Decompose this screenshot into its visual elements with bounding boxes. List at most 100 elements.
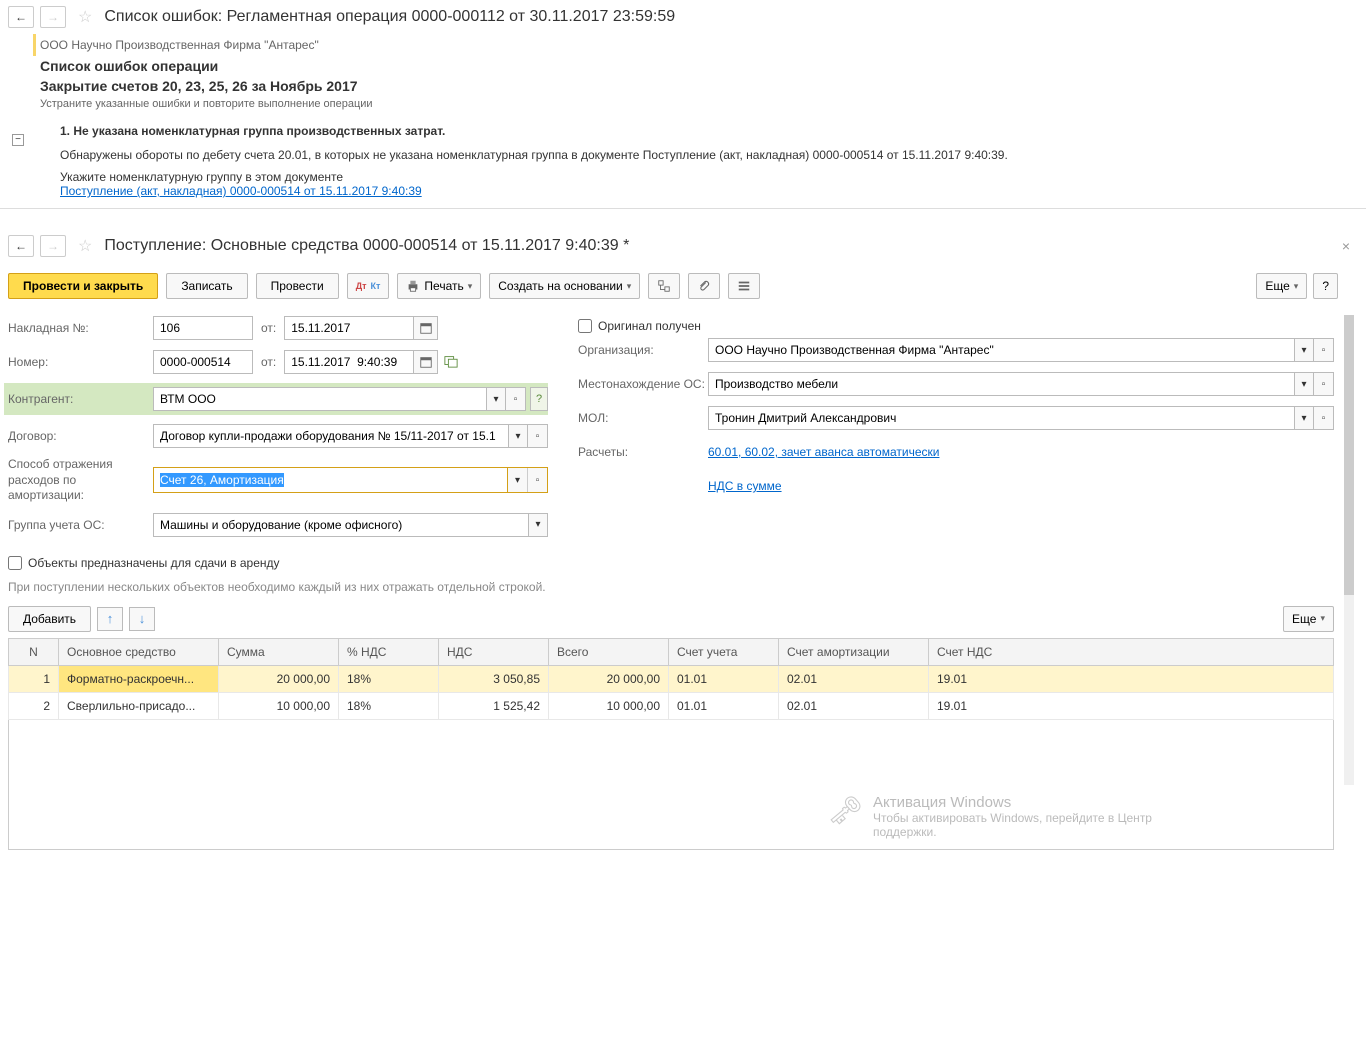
lease-checkbox-label: Объекты предназначены для сдачи в аренду [28,556,280,570]
original-received-checkbox[interactable] [578,319,592,333]
more-button[interactable]: Еще [1256,273,1307,299]
amort-dropdown-button[interactable]: ▾ [507,468,527,492]
add-row-button[interactable]: Добавить [8,606,91,632]
mol-open-button[interactable]: ▫ [1314,406,1334,430]
amort-method-input[interactable]: Счет 26, Амортизация [154,468,507,492]
more-label: Еще [1265,279,1289,293]
table-row[interactable]: 2Сверлильно-присадо...10 000,0018%1 525,… [9,692,1334,719]
error-item-action: Укажите номенклатурную группу в этом док… [60,170,1346,184]
col-sum[interactable]: Сумма [219,638,339,665]
calc-link[interactable]: 60.01, 60.02, зачет аванса автоматически [708,445,939,459]
doc-nav-forward-button[interactable]: → [40,235,66,257]
doc-top-bar: ← → ☆ Поступление: Основные средства 000… [8,229,1358,263]
org-input[interactable] [708,338,1294,362]
location-input[interactable] [708,372,1294,396]
help-button[interactable]: ? [1313,273,1338,299]
org-label: Организация: [578,343,708,357]
col-acc[interactable]: Счет учета [669,638,779,665]
number-date-picker-button[interactable] [414,350,438,374]
cell-amort-acc: 02.01 [779,692,929,719]
nav-back-button[interactable]: ← [8,6,34,28]
move-down-button[interactable]: ↓ [129,607,155,631]
org-open-button[interactable]: ▫ [1314,338,1334,362]
page-title: Список ошибок: Регламентная операция 000… [104,8,675,26]
col-vat-acc[interactable]: Счет НДС [929,638,1334,665]
table-row[interactable]: 1Форматно-раскроечн...20 000,0018%3 050,… [9,665,1334,692]
location-open-button[interactable]: ▫ [1314,372,1334,396]
structure-icon [657,279,671,293]
cell-acc: 01.01 [669,665,779,692]
table-toolbar: Добавить ↑ ↓ Еще [8,600,1334,638]
doc-nav-back-button[interactable]: ← [8,235,34,257]
error-item-heading: 1. Не указана номенклатурная группа прои… [60,122,1346,140]
col-n[interactable]: N [9,638,59,665]
create-based-on-button[interactable]: Создать на основании [489,273,640,299]
location-dropdown-button[interactable]: ▾ [1294,372,1314,396]
counterparty-input[interactable] [153,387,486,411]
nav-forward-button[interactable]: → [40,6,66,28]
os-group-dropdown-button[interactable]: ▾ [528,513,548,537]
cell-sum: 20 000,00 [219,665,339,692]
error-instruction: Устраните указанные ошибки и повторите в… [40,96,1346,122]
create-based-label: Создать на основании [498,279,623,293]
invoice-date-input[interactable] [284,316,414,340]
invoice-from-label: от: [261,321,276,335]
print-button[interactable]: Печать [397,273,481,299]
calendar-extra-icon[interactable] [444,354,458,371]
doc-toolbar: Провести и закрыть Записать Провести ДтК… [8,267,1358,305]
col-amort-acc[interactable]: Счет амортизации [779,638,929,665]
cell-vat: 1 525,42 [439,692,549,719]
org-name: ООО Научно Производственная Фирма "Антар… [33,34,1346,56]
vat-mode-link[interactable]: НДС в сумме [708,479,782,493]
col-vat-pct[interactable]: % НДС [339,638,439,665]
number-input[interactable] [153,350,253,374]
invoice-number-input[interactable] [153,316,253,340]
doc-favorite-icon[interactable]: ☆ [78,236,92,256]
counterparty-help-button[interactable]: ? [530,387,548,411]
multi-object-note: При поступлении нескольких объектов необ… [8,574,1334,600]
contract-dropdown-button[interactable]: ▾ [508,424,528,448]
dt-kt-button[interactable]: ДтКт [347,273,390,299]
structure-button[interactable] [648,273,680,299]
amort-open-button[interactable]: ▫ [527,468,547,492]
scrollbar[interactable] [1344,315,1354,785]
post-button[interactable]: Провести [256,273,339,299]
post-and-close-button[interactable]: Провести и закрыть [8,273,158,299]
table-empty-area[interactable]: 🗝 Активация Windows Чтобы активировать W… [8,720,1334,850]
move-up-button[interactable]: ↑ [97,607,123,631]
cell-n: 1 [9,665,59,692]
form-area: Накладная №: от: Номер: от: Контрагент: [8,309,1334,552]
cell-vat-acc: 19.01 [929,665,1334,692]
print-label: Печать [424,279,463,293]
col-vat[interactable]: НДС [439,638,549,665]
counterparty-dropdown-button[interactable]: ▾ [486,387,506,411]
amort-selected-text: Счет 26, Амортизация [160,473,284,487]
col-asset[interactable]: Основное средство [59,638,219,665]
contract-open-button[interactable]: ▫ [528,424,548,448]
org-dropdown-button[interactable]: ▾ [1294,338,1314,362]
contract-input[interactable] [153,424,508,448]
tree-collapse-button[interactable]: − [12,134,24,146]
save-button[interactable]: Записать [166,273,247,299]
calc-label: Расчеты: [578,445,708,459]
cell-asset: Сверлильно-присадо... [59,692,219,719]
number-datetime-input[interactable] [284,350,414,374]
os-group-input[interactable] [153,513,528,537]
list-view-button[interactable] [728,273,760,299]
error-document-link[interactable]: Поступление (акт, накладная) 0000-000514… [60,184,422,198]
calendar-icon [419,355,433,369]
cell-vat-pct: 18% [339,692,439,719]
error-list-heading: Список ошибок операции [40,56,1346,76]
table-more-button[interactable]: Еще [1283,606,1334,632]
invoice-date-picker-button[interactable] [414,316,438,340]
attach-button[interactable] [688,273,720,299]
col-total[interactable]: Всего [549,638,669,665]
lease-checkbox[interactable] [8,556,22,570]
favorite-icon[interactable]: ☆ [78,7,92,27]
doc-close-button[interactable]: × [1334,238,1358,254]
mol-dropdown-button[interactable]: ▾ [1294,406,1314,430]
counterparty-open-button[interactable]: ▫ [506,387,526,411]
mol-input[interactable] [708,406,1294,430]
invoice-label: Накладная №: [8,321,153,335]
error-list-subtitle: Закрытие счетов 20, 23, 25, 26 за Ноябрь… [40,76,1346,96]
